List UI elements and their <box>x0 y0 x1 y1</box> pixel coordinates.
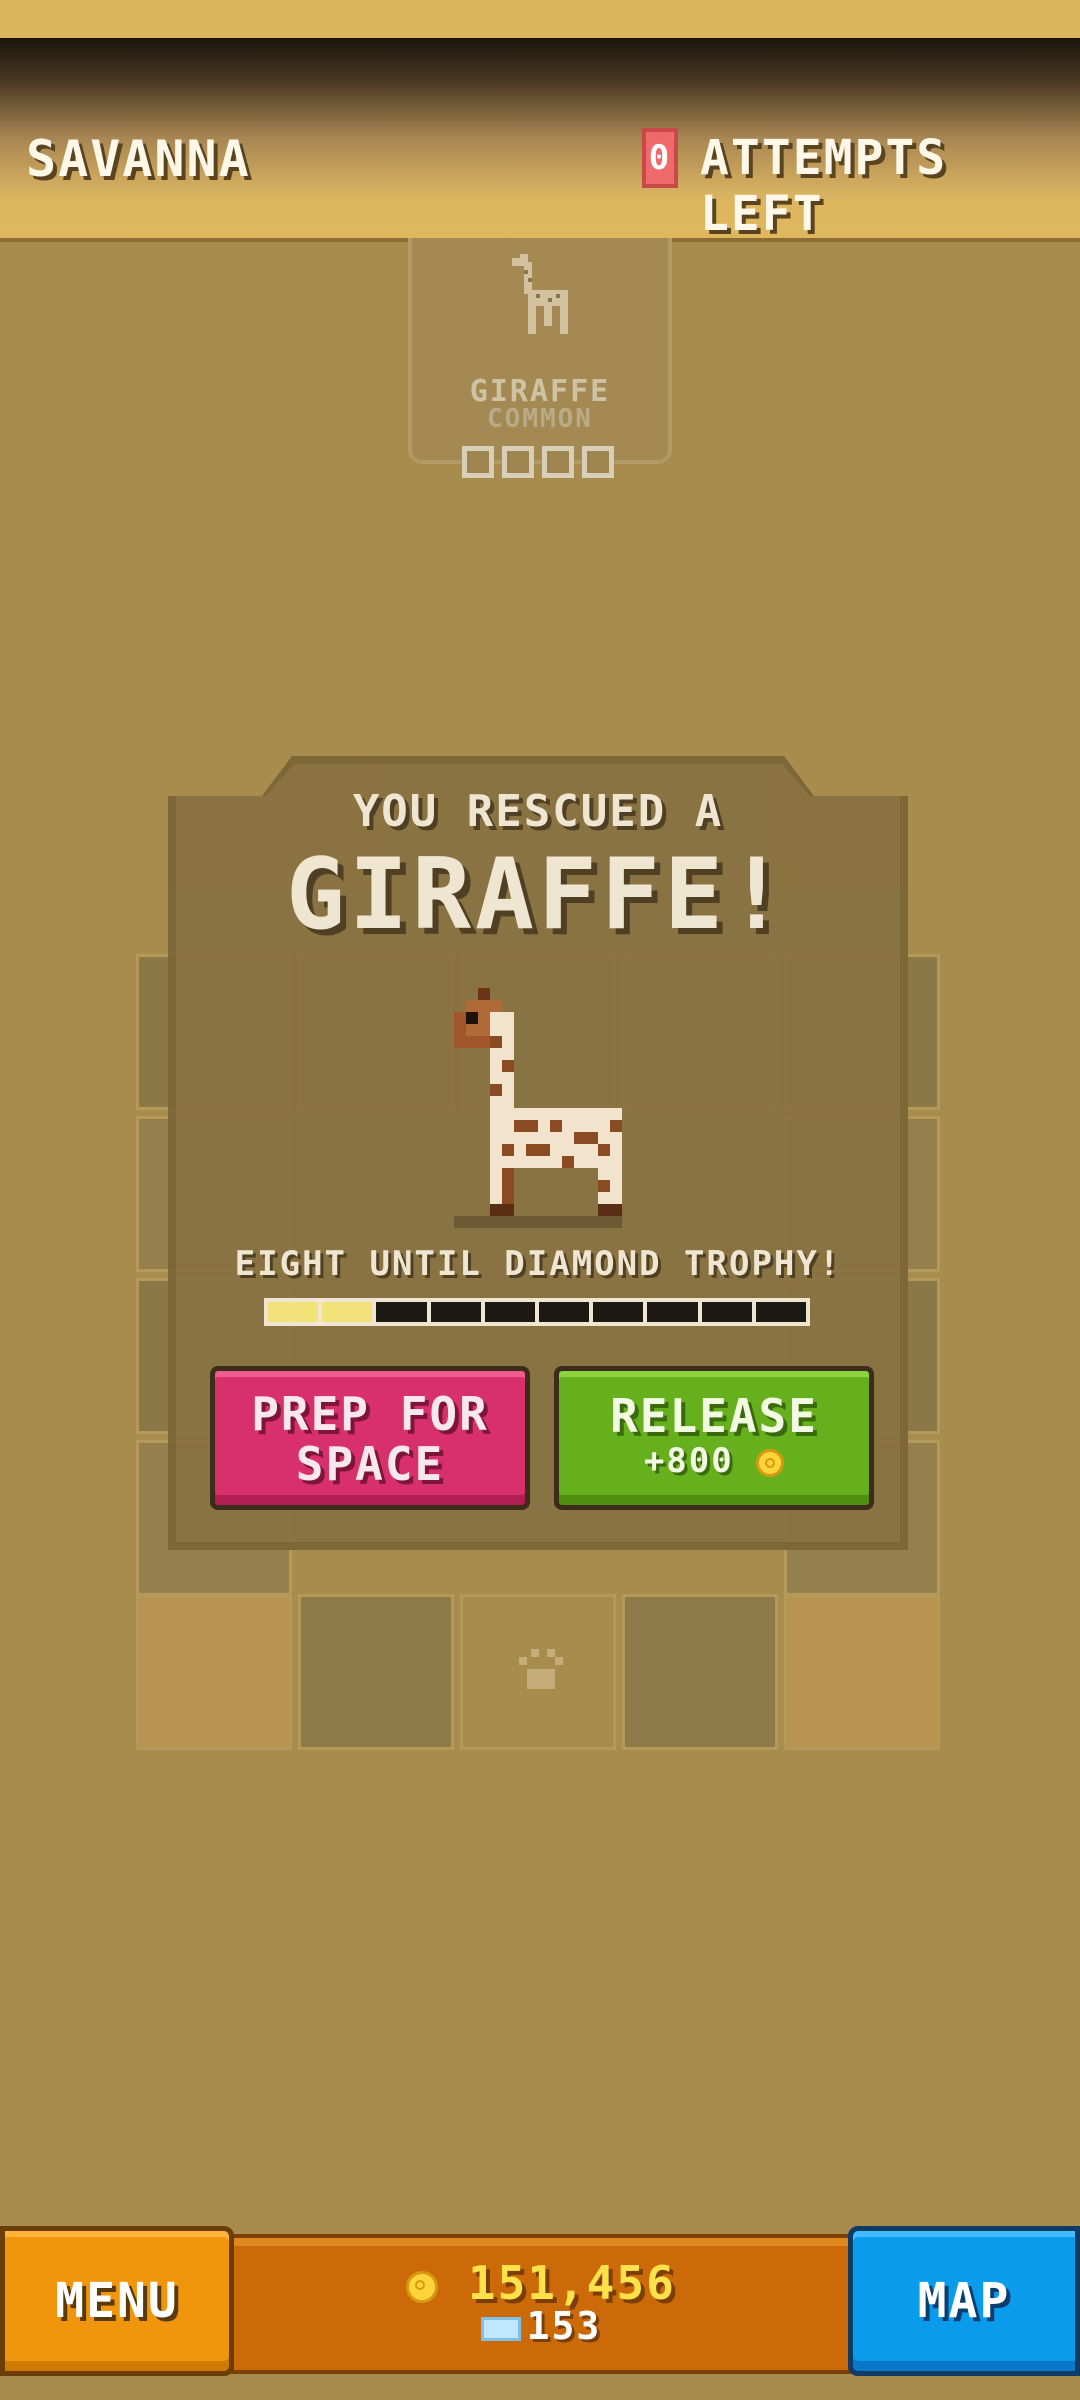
progress-segment-filled <box>322 1302 373 1322</box>
release-reward: +800 <box>643 1441 785 1481</box>
grid-tile[interactable] <box>622 1594 778 1750</box>
attempts-count-badge: 0 <box>642 128 678 188</box>
release-reward-amount: +800 <box>643 1441 734 1481</box>
progress-segment-empty <box>376 1302 427 1322</box>
status-strip <box>0 0 1080 38</box>
progress-segment-empty <box>539 1302 590 1322</box>
card-slot <box>542 446 574 478</box>
progress-segment-empty <box>755 1302 807 1322</box>
card-slot <box>582 446 614 478</box>
map-button[interactable]: MAP <box>848 2226 1080 2376</box>
coin-icon <box>756 1448 785 1477</box>
map-button-label: MAP <box>917 2273 1011 2329</box>
coins-display: 151,456 <box>230 2256 852 2310</box>
trophy-progress-text: EIGHT UNTIL DIAMOND TROPHY! <box>234 1244 842 1284</box>
modal-subtitle: YOU RESCUED A <box>352 786 724 837</box>
collected-animal-card: GIRAFFE COMMON <box>408 238 672 478</box>
release-button[interactable]: RELEASE +800 <box>554 1366 874 1510</box>
trophy-progress-bar <box>264 1298 810 1326</box>
level-name: SAVANNA <box>26 130 251 188</box>
prep-for-space-button[interactable]: PREP FOR SPACE <box>210 1366 530 1510</box>
gems-display: 153 <box>230 2304 852 2348</box>
progress-segment-empty <box>430 1302 481 1322</box>
giraffe-sprite <box>454 988 622 1228</box>
giraffe-icon <box>512 254 568 334</box>
attempts-left-label: ATTEMPTS LEFT <box>700 130 948 242</box>
coin-icon <box>406 2270 439 2303</box>
card-slot <box>502 446 534 478</box>
progress-segment-empty <box>701 1302 752 1322</box>
progress-segment-empty <box>484 1302 536 1322</box>
gems-value: 153 <box>526 2304 602 2348</box>
diamond-icon <box>480 2316 521 2341</box>
menu-button-label: MENU <box>55 2273 179 2329</box>
grid-tile[interactable] <box>784 1594 940 1750</box>
progress-segment-filled <box>268 1302 319 1322</box>
coins-value: 151,456 <box>467 2256 676 2310</box>
modal-title: GIRAFFE! <box>285 838 790 952</box>
paw-print-icon <box>519 1649 563 1689</box>
prep-button-line2: SPACE <box>295 1437 445 1491</box>
grid-tile[interactable] <box>298 1594 454 1750</box>
grid-tile[interactable] <box>460 1594 616 1750</box>
grid-tile[interactable] <box>136 1594 292 1750</box>
card-rarity: COMMON <box>487 404 593 434</box>
progress-segment-empty <box>593 1302 644 1322</box>
release-button-label: RELEASE <box>610 1389 818 1443</box>
card-slot-row <box>462 446 614 478</box>
menu-button[interactable]: MENU <box>0 2226 234 2376</box>
prep-button-line1: PREP FOR <box>251 1387 489 1441</box>
progress-segment-empty <box>647 1302 698 1322</box>
card-slot <box>462 446 494 478</box>
